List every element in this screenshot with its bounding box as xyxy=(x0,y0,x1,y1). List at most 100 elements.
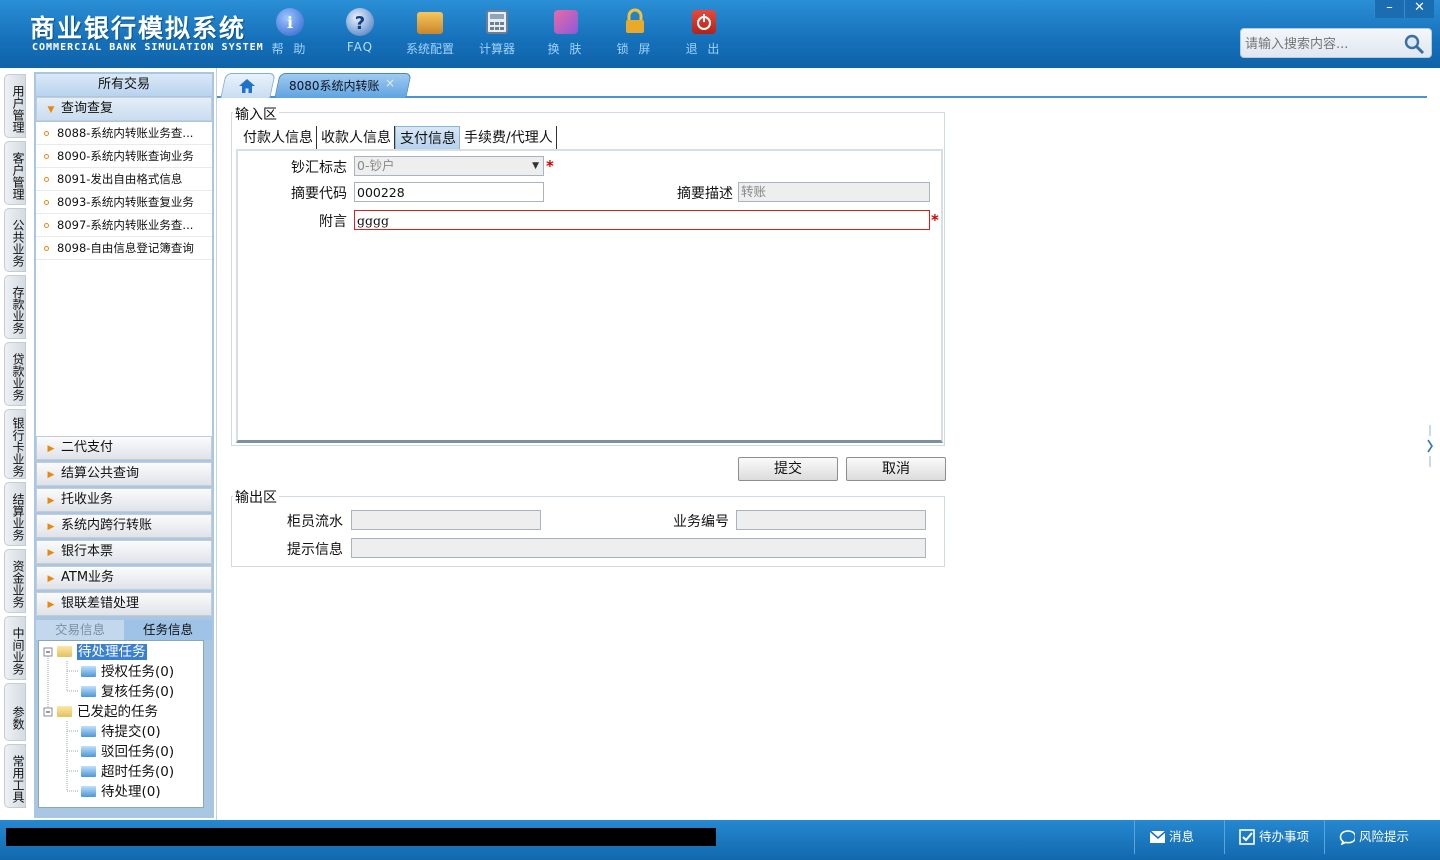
faq-icon: ? xyxy=(346,8,374,36)
system-config-button[interactable]: 系统配置 xyxy=(397,8,463,64)
task-icon xyxy=(81,746,96,757)
teller-serial-field xyxy=(351,510,541,530)
group-unionpay-error[interactable]: ▶ 银联差错处理 xyxy=(36,592,212,616)
tree-node-initiated[interactable]: 已发起的任务 xyxy=(57,703,158,721)
group-query-reply[interactable]: ▼ 查询查复 xyxy=(36,97,212,121)
tab-payee-info[interactable]: 收款人信息 xyxy=(317,126,395,150)
teller-serial-label: 柜员流水 xyxy=(287,514,343,530)
chevron-right-icon xyxy=(1427,425,1433,467)
close-tab-icon[interactable]: × xyxy=(385,76,395,90)
tab-transaction-info[interactable]: 交易信息 xyxy=(36,620,124,640)
tree-node-to-submit[interactable]: 待提交(0) xyxy=(81,723,161,741)
tree-node-review[interactable]: 复核任务(0) xyxy=(81,683,174,701)
group-2nd-gen-payment[interactable]: ▶ 二代支付 xyxy=(36,436,212,460)
group-atm[interactable]: ▶ ATM业务 xyxy=(36,566,212,590)
vnav-loan-business[interactable]: 贷款业务 xyxy=(4,342,26,406)
submit-button[interactable]: 提交 xyxy=(738,457,838,481)
bullet-icon xyxy=(44,223,49,228)
bullet-icon xyxy=(44,131,49,136)
group-label: 托收业务 xyxy=(61,492,114,507)
group-collection[interactable]: ▶ 托收业务 xyxy=(36,488,212,512)
chevron-right-icon: ▶ xyxy=(47,522,55,532)
cash-flag-select[interactable]: 0-钞户 ▼ xyxy=(354,156,544,176)
vnav-public-business[interactable]: 公共业务 xyxy=(4,208,26,272)
group-settlement-query[interactable]: ▶ 结算公共查询 xyxy=(36,462,212,486)
tab-fee-agent[interactable]: 手续费/代理人 xyxy=(460,126,557,150)
tab-payer-info[interactable]: 付款人信息 xyxy=(239,126,317,150)
task-icon xyxy=(81,786,96,797)
info-tabs: 交易信息 任务信息 xyxy=(36,620,212,640)
tab-task-info[interactable]: 任务信息 xyxy=(124,620,212,640)
vnav-bank-card-business[interactable]: 银行卡业务 xyxy=(4,409,26,479)
tree-node-auth[interactable]: 授权任务(0) xyxy=(81,663,174,681)
close-window-button[interactable]: ✕ xyxy=(1404,0,1434,18)
input-area-legend: 输入区 xyxy=(233,104,279,124)
summary-desc-label: 摘要描述 xyxy=(677,186,733,202)
list-item[interactable]: 8093-系统内转账查复业务 xyxy=(36,191,212,214)
svg-text:i: i xyxy=(287,13,293,32)
vertical-nav: 用户管理 客户管理 公共业务 存款业务 贷款业务 银行卡业务 结算业务 资金业务… xyxy=(0,68,32,820)
calculator-button[interactable]: 计算器 xyxy=(464,8,530,64)
tab-transfer-label: 8080系统内转账 xyxy=(289,79,380,93)
todo-label: 待办事项 xyxy=(1259,829,1310,844)
envelope-icon xyxy=(1149,830,1165,843)
minimize-button[interactable]: – xyxy=(1374,0,1404,18)
vnav-parameters[interactable]: 参数 xyxy=(4,683,26,741)
cancel-button[interactable]: 取消 xyxy=(846,457,946,481)
summary-code-input[interactable] xyxy=(354,182,544,202)
list-item[interactable]: 8098-自由信息登记簿查询 xyxy=(36,237,212,260)
tree-node-pending[interactable]: 待处理任务 xyxy=(57,643,147,661)
status-bar: 消息 待办事项 风险提示 xyxy=(0,820,1440,860)
list-item[interactable]: 8088-系统内转账业务查... xyxy=(36,122,212,145)
business-no-field xyxy=(736,510,926,530)
group-interbank-transfer[interactable]: ▶ 系统内跨行转账 xyxy=(36,514,212,538)
remark-input[interactable] xyxy=(354,210,930,230)
tree-node-label: 待处理(0) xyxy=(101,784,161,800)
vnav-customer-management[interactable]: 客户管理 xyxy=(4,141,26,205)
business-no-label: 业务编号 xyxy=(673,514,729,530)
search-box xyxy=(1240,28,1432,58)
help-icon: i xyxy=(276,8,304,36)
vnav-common-tools[interactable]: 常用工具 xyxy=(4,744,26,808)
skin-label: 换 肤 xyxy=(547,42,585,56)
help-button[interactable]: i 帮 助 xyxy=(257,8,323,64)
search-icon[interactable] xyxy=(1403,33,1425,55)
faq-button[interactable]: ? FAQ xyxy=(327,8,393,64)
tab-payment-info[interactable]: 支付信息 xyxy=(395,126,460,150)
power-icon xyxy=(692,10,716,34)
tree-node-todo[interactable]: 待处理(0) xyxy=(81,783,161,801)
tree-node-timeout[interactable]: 超时任务(0) xyxy=(81,763,174,781)
group-label: 银联差错处理 xyxy=(61,596,140,611)
vnav-fund-business[interactable]: 资金业务 xyxy=(4,549,26,613)
collapse-panel-handle[interactable] xyxy=(1425,423,1435,469)
calculator-icon xyxy=(486,10,508,34)
list-item-label: 8093-系统内转账查复业务 xyxy=(57,195,194,209)
toolbox-icon xyxy=(417,12,443,34)
exit-button[interactable]: 退 出 xyxy=(671,8,737,64)
cash-flag-label: 钞汇标志 xyxy=(291,160,347,176)
app-subtitle: COMMERCIAL BANK SIMULATION SYSTEM xyxy=(32,42,264,53)
vnav-settlement-business[interactable]: 结算业务 xyxy=(4,482,26,546)
search-input[interactable] xyxy=(1245,33,1405,55)
group-label: 查询查复 xyxy=(61,101,114,116)
lock-screen-button[interactable]: 锁 屏 xyxy=(602,8,668,64)
bullet-icon xyxy=(44,246,49,251)
app-header: 商业银行模拟系统 COMMERCIAL BANK SIMULATION SYST… xyxy=(0,0,1440,68)
tree-node-label: 待处理任务 xyxy=(77,644,147,660)
skin-button[interactable]: 换 肤 xyxy=(533,8,599,64)
vnav-deposit-business[interactable]: 存款业务 xyxy=(4,275,26,339)
group-cashier-order[interactable]: ▶ 银行本票 xyxy=(36,540,212,564)
list-item[interactable]: 8090-系统内转账查询业务 xyxy=(36,145,212,168)
messages-button[interactable]: 消息 xyxy=(1134,820,1224,854)
window-controls: – ✕ xyxy=(1374,0,1434,18)
list-item[interactable]: 8091-发出自由格式信息 xyxy=(36,168,212,191)
vnav-user-management[interactable]: 用户管理 xyxy=(4,74,26,138)
faq-label: FAQ xyxy=(346,40,374,54)
risk-alert-button[interactable]: 风险提示 xyxy=(1324,820,1434,854)
tree-node-rejected[interactable]: 驳回任务(0) xyxy=(81,743,174,761)
task-icon xyxy=(81,726,96,737)
chat-bubble-icon xyxy=(1339,830,1355,845)
vnav-intermediary-business[interactable]: 中间业务 xyxy=(4,616,26,680)
todo-button[interactable]: 待办事项 xyxy=(1224,820,1324,854)
list-item[interactable]: 8097-系统内转账业务查... xyxy=(36,214,212,237)
